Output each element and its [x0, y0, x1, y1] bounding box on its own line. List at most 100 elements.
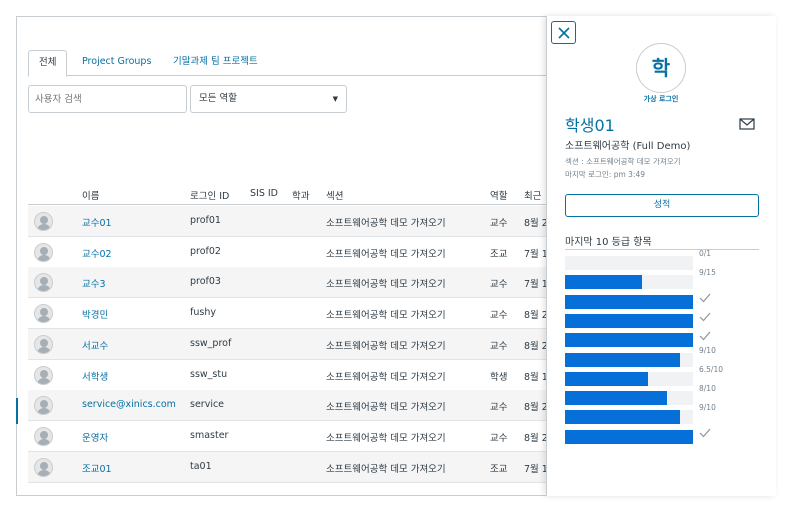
grade-bar-row[interactable]: 0/1	[565, 249, 759, 270]
check-icon	[699, 312, 711, 322]
login-id: smaster	[190, 429, 229, 441]
grade-bar-row[interactable]	[565, 428, 759, 444]
user-avatar-icon[interactable]	[34, 242, 53, 262]
last-activity: 7월 1	[524, 463, 548, 475]
user-name-link[interactable]: 교수01	[82, 215, 112, 229]
last-activity: 8월 2	[524, 310, 548, 322]
course-name: 소프트웨어공학 (Full Demo)	[565, 141, 691, 152]
section-name: 소프트웨어공학 데모 가져오기	[326, 432, 446, 444]
grade-score: 8/10	[699, 384, 716, 394]
table-row: 박경민 fushy 소프트웨어공학 데모 가져오기 교수 8월 2	[28, 298, 548, 330]
grade-bar-row[interactable]: 9/10	[565, 346, 759, 367]
mail-icon[interactable]	[739, 118, 755, 130]
role-name: 교수	[490, 402, 508, 414]
section-name: 소프트웨어공학 데모 가져오기	[326, 218, 446, 229]
user-name-link[interactable]: 교수3	[82, 276, 106, 290]
tab-bar: 전체 Project Groups 기말과제 팀 프로젝트	[28, 50, 548, 77]
user-avatar-icon[interactable]	[34, 304, 53, 324]
login-id: ssw_stu	[190, 368, 228, 380]
tab-project-groups[interactable]: Project Groups	[72, 50, 161, 76]
grade-bar-fill	[565, 429, 693, 444]
grade-bar-row[interactable]	[565, 293, 759, 309]
grade-bar-fill	[565, 352, 681, 367]
grade-bar-row[interactable]: 9/15	[565, 268, 759, 290]
col-name[interactable]: 이름	[82, 188, 99, 202]
user-avatar-icon[interactable]	[34, 334, 53, 354]
user-name-link[interactable]: 박경민	[82, 307, 108, 321]
table-row: 교수02 prof02 소프트웨어공학 데모 가져오기 조교 7월 1	[28, 237, 548, 268]
close-tray-button[interactable]	[551, 21, 576, 44]
role-name: 교수	[490, 218, 508, 229]
col-sis[interactable]: SIS ID	[250, 188, 278, 199]
student-context-tray: 학 가상 로그인 학생01 소프트웨어공학 (Full Demo) 섹션 : 소…	[546, 16, 776, 496]
user-avatar-icon[interactable]	[34, 457, 53, 477]
user-avatar-icon[interactable]	[34, 273, 53, 293]
tab-all[interactable]: 전체	[28, 50, 68, 77]
grade-bar-track	[565, 275, 693, 290]
grade-bar-fill	[565, 294, 693, 309]
last-activity: 7월 1	[524, 248, 548, 260]
recent-grades-title: 마지막 10 등급 항목	[565, 237, 652, 248]
user-name-link[interactable]: 서교수	[82, 338, 108, 352]
left-accent-bar	[16, 398, 18, 424]
role-name: 교수	[490, 310, 508, 322]
tab-final-team-project[interactable]: 기말과제 팀 프로젝트	[163, 50, 268, 76]
grade-bar-fill	[565, 410, 681, 425]
check-icon	[699, 331, 711, 341]
grade-bar-track	[565, 256, 693, 270]
section-name: 소프트웨어공학 데모 가져오기	[326, 279, 446, 291]
table-header: 이름 로그인 ID SIS ID 학과 섹션 역할 최근	[28, 185, 548, 205]
col-section[interactable]: 섹션	[326, 188, 343, 202]
user-name-link[interactable]: 서학생	[82, 369, 108, 383]
role-name: 교수	[490, 432, 508, 444]
grade-bar-track	[565, 333, 693, 348]
grade-bar-fill	[565, 313, 693, 328]
user-search-input[interactable]	[28, 85, 187, 113]
table-row: service@xinics.com service 소프트웨어공학 데모 가져오기…	[28, 390, 548, 422]
grade-bar-row[interactable]	[565, 312, 759, 328]
close-icon	[558, 27, 570, 39]
grade-bar-row[interactable]: 6.5/10	[565, 365, 759, 386]
grade-bar-fill	[565, 371, 649, 386]
grade-bar-row[interactable]: 9/10	[565, 403, 759, 425]
table-row: 서학생 ssw_stu 소프트웨어공학 데모 가져오기 학생 8월 1	[28, 360, 548, 391]
login-id: ta01	[190, 460, 212, 472]
last-activity: 8월 2	[524, 218, 548, 229]
login-id: ssw_prof	[190, 337, 232, 349]
grade-bar-track	[565, 294, 693, 309]
role-select[interactable]: 모든 역할 ▼	[190, 85, 347, 113]
user-avatar-icon[interactable]	[34, 426, 53, 446]
user-avatar-icon[interactable]	[34, 365, 53, 385]
login-id: prof01	[190, 215, 221, 226]
user-name-link[interactable]: service@xinics.com	[82, 399, 176, 410]
last-activity: 8월 2	[524, 402, 548, 414]
grade-bar-row[interactable]: 8/10	[565, 384, 759, 406]
section-name: 소프트웨어공학 데모 가져오기	[326, 248, 446, 260]
section-name: 소프트웨어공학 데모 가져오기	[326, 340, 446, 352]
section-name: 소프트웨어공학 데모 가져오기	[326, 310, 446, 322]
login-id: service	[190, 399, 225, 411]
user-name-link[interactable]: 운영자	[82, 430, 108, 444]
grades-button[interactable]: 성적	[565, 194, 759, 217]
grade-score: 9/10	[699, 403, 716, 413]
last-activity: 8월 1	[524, 371, 548, 383]
masquerade-link[interactable]: 가상 로그인	[631, 94, 691, 104]
last-activity: 8월 2	[524, 340, 548, 352]
col-login[interactable]: 로그인 ID	[190, 188, 229, 202]
user-name-link[interactable]: 교수02	[82, 246, 112, 260]
grade-bar-row[interactable]	[565, 331, 759, 348]
user-avatar-icon[interactable]	[34, 396, 53, 416]
col-recent[interactable]: 최근	[524, 188, 541, 202]
col-dept[interactable]: 학과	[292, 188, 309, 202]
grade-bar-track	[565, 429, 693, 444]
grade-bar-track	[565, 410, 693, 425]
role-name: 조교	[490, 248, 508, 260]
user-avatar-icon[interactable]	[34, 212, 53, 231]
role-name: 조교	[490, 463, 508, 475]
table-row: 교수3 prof03 소프트웨어공학 데모 가져오기 교수 7월 1	[28, 267, 548, 299]
user-name-link[interactable]: 조교01	[82, 461, 112, 475]
col-role[interactable]: 역할	[490, 188, 507, 202]
login-id: prof02	[190, 245, 221, 257]
table-row: 서교수 ssw_prof 소프트웨어공학 데모 가져오기 교수 8월 2	[28, 328, 548, 360]
student-name-link[interactable]: 학생01	[565, 112, 615, 136]
